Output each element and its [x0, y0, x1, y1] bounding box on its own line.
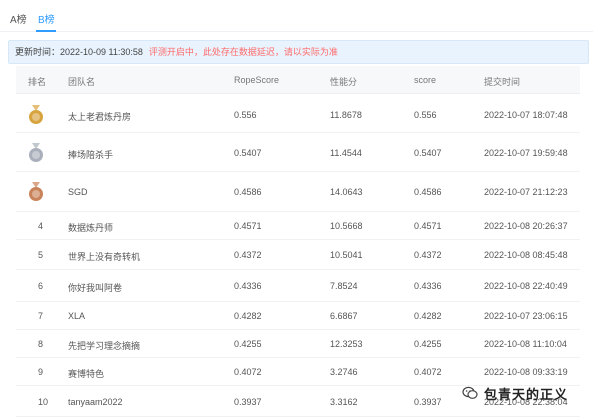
submit-time: 2022-10-08 20:26:37: [484, 221, 568, 231]
performance-value: 3.2746: [330, 367, 358, 377]
score-value: 0.556: [414, 110, 437, 120]
table-row: SGD 0.4586 14.0643 0.4586 2022-10-07 21:12:2…: [16, 172, 580, 212]
leaderboard-tabs: A榜 B榜: [0, 0, 593, 32]
header-submit-time: 提交时间: [484, 77, 521, 87]
header-ropescore: RopeScore: [234, 75, 280, 85]
team-name: 数据炼丹师: [68, 223, 114, 233]
ropescore-value: 0.4072: [234, 367, 262, 377]
team-name: 你好我叫阿卷: [68, 283, 123, 293]
team-name: 太上老君炼丹房: [68, 112, 132, 122]
performance-value: 12.3253: [330, 339, 363, 349]
team-name: 世界上没有奇转机: [68, 252, 141, 262]
ropescore-value: 0.4586: [234, 187, 262, 197]
table-row: 8 先把学习理念摘摘 0.4255 12.3253 0.4255 2022-10-08 1…: [16, 330, 580, 358]
table-row: 5 世界上没有奇转机 0.4372 10.5041 0.4372 2022-10-08 0…: [16, 240, 580, 270]
performance-value: 11.4544: [330, 148, 362, 158]
table-row: 6 你好我叫阿卷 0.4336 7.8524 0.4336 2022-10-08 22:4…: [16, 270, 580, 302]
performance-value: 7.8524: [330, 281, 358, 291]
ropescore-value: 0.556: [234, 110, 257, 120]
ropescore-value: 0.3937: [234, 397, 262, 407]
team-name: 捧场陪杀手: [68, 150, 114, 160]
score-value: 0.4072: [414, 367, 442, 377]
silver-medal-icon: [29, 143, 43, 162]
ropescore-value: 0.4571: [234, 221, 262, 231]
submit-time: 2022-10-08 22:40:49: [484, 281, 568, 291]
header-performance: 性能分: [330, 77, 358, 87]
ropescore-value: 0.4372: [234, 250, 262, 260]
submit-time: 2022-10-07 18:07:48: [484, 110, 568, 120]
header-team: 团队名: [68, 77, 96, 87]
performance-value: 6.6867: [330, 311, 358, 321]
watermark-text: 包青天的正义: [484, 387, 569, 402]
rank-number: 4: [38, 221, 44, 231]
delay-warning: 评测开启中，此处存在数据延迟，请以实际为准: [148, 47, 338, 57]
score-value: 0.5407: [414, 148, 442, 158]
wechat-watermark: 包青天的正义: [462, 384, 582, 404]
table-row: 太上老君炼丹房 0.556 11.8678 0.556 2022-10-07 18:07…: [16, 96, 580, 133]
gold-medal-icon: [29, 105, 43, 124]
rank-number: 9: [38, 367, 44, 377]
score-value: 0.4372: [414, 250, 442, 260]
submit-time: 2022-10-07 23:06:15: [484, 311, 568, 321]
score-value: 0.4571: [414, 221, 442, 231]
score-value: 0.4336: [414, 281, 442, 291]
team-name: 赛博特色: [68, 369, 105, 379]
ropescore-value: 0.5407: [234, 148, 262, 158]
ropescore-value: 0.4255: [234, 339, 262, 349]
bronze-medal-icon: [29, 182, 43, 201]
ropescore-value: 0.4282: [234, 311, 262, 321]
rank-number: 8: [38, 339, 44, 349]
table-row: 捧场陪杀手 0.5407 11.4544 0.5407 2022-10-07 19:59…: [16, 133, 580, 172]
team-name: SGD: [68, 187, 88, 197]
submit-time: 2022-10-08 11:10:04: [484, 339, 567, 349]
submit-time: 2022-10-07 21:12:23: [484, 187, 568, 197]
performance-value: 11.8678: [330, 110, 362, 120]
header-score: score: [414, 75, 437, 85]
score-value: 0.4282: [414, 311, 442, 321]
performance-value: 14.0643: [330, 187, 363, 197]
table-row: 9 赛博特色 0.4072 3.2746 0.4072 2022-10-08 09:33:…: [16, 358, 580, 386]
performance-value: 10.5668: [330, 221, 363, 231]
rank-number: 10: [38, 397, 49, 407]
rank-number: 7: [38, 311, 44, 321]
header-rank: 排名: [28, 77, 47, 87]
team-name: XLA: [68, 311, 86, 321]
active-tab-indicator: [36, 30, 56, 32]
performance-value: 10.5041: [330, 250, 363, 260]
score-value: 0.3937: [414, 397, 442, 407]
rank-number: 6: [38, 281, 44, 291]
submit-time: 2022-10-07 19:59:48: [484, 148, 568, 158]
tab-b-board[interactable]: B榜: [38, 11, 55, 26]
rank-number: 5: [38, 250, 44, 260]
score-value: 0.4586: [414, 187, 442, 197]
team-name: tanyaam2022: [68, 397, 123, 407]
team-name: 先把学习理念摘摘: [68, 341, 141, 351]
performance-value: 3.3162: [330, 397, 358, 407]
tab-a-board[interactable]: A榜: [10, 11, 27, 26]
update-notice: 更新时间：2022-10-09 11:30:58 评测开启中，此处存在数据延迟，请…: [8, 40, 589, 64]
update-time: 更新时间：2022-10-09 11:30:58: [15, 47, 143, 57]
table-row: 7 XLA 0.4282 6.6867 0.4282 2022-10-07 23:06:1…: [16, 302, 580, 330]
score-value: 0.4255: [414, 339, 442, 349]
submit-time: 2022-10-08 09:33:19: [484, 367, 568, 377]
table-row: 4 数据炼丹师 0.4571 10.5668 0.4571 2022-10-08 20:2…: [16, 212, 580, 240]
ropescore-value: 0.4336: [234, 281, 262, 291]
table-header: 排名 团队名 RopeScore 性能分 score 提交时间: [16, 66, 580, 94]
submit-time: 2022-10-08 08:45:48: [484, 250, 568, 260]
wechat-icon: [462, 386, 478, 399]
